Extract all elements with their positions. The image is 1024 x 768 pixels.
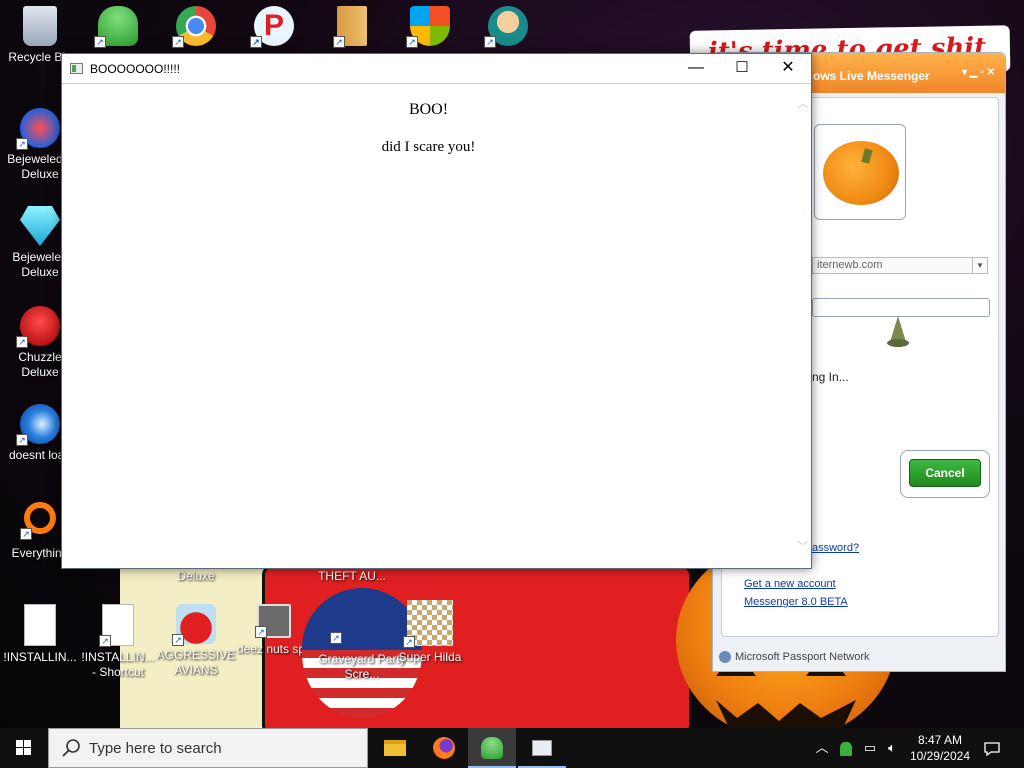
app-window-icon bbox=[70, 63, 83, 74]
boo-heading: BOO! bbox=[408, 101, 449, 118]
display-picture-frame bbox=[814, 124, 906, 220]
desktop-icon-aggressive-avians[interactable]: ↗ AGGRESSIVE AVIANS bbox=[156, 604, 236, 678]
partial-icon-label: THEFT AU... bbox=[318, 569, 386, 583]
chevron-down-icon[interactable]: ▼ bbox=[972, 258, 987, 273]
start-button[interactable] bbox=[0, 728, 48, 768]
scroll-up-icon[interactable]: ︿ bbox=[795, 95, 811, 111]
character-icon: ↗ bbox=[484, 6, 528, 48]
folder-icon bbox=[384, 740, 406, 756]
password-field[interactable] bbox=[812, 298, 990, 317]
desktop-icon-installing-shortcut[interactable]: ↗ !INSTALLIN... - Shortcut bbox=[78, 604, 158, 680]
partial-icon-label: Deluxe bbox=[177, 569, 215, 583]
signing-in-status: ng In... bbox=[812, 370, 849, 384]
icon-label: !INSTALLIN... bbox=[3, 650, 77, 664]
show-hidden-icons-chevron-up-icon[interactable]: ︿ bbox=[812, 728, 832, 768]
desktop-icon-folder-book[interactable]: ↗ bbox=[312, 6, 392, 50]
chuzzle-icon: ↗ bbox=[16, 306, 60, 348]
taskbar-popup-app[interactable] bbox=[518, 728, 566, 768]
scroll-down-icon[interactable]: ﹀ bbox=[795, 538, 811, 554]
desktop-icon-super-hilda[interactable]: ↗ Super Hilda bbox=[390, 600, 470, 665]
pixel-dog-icon: ↗ bbox=[403, 600, 453, 648]
desktop-icon-p-app[interactable]: P ↗ bbox=[234, 6, 314, 50]
search-icon bbox=[62, 739, 80, 757]
desktop-icon-chrome[interactable]: ↗ bbox=[156, 6, 236, 50]
boo-message: did I scare you! bbox=[381, 139, 476, 155]
taskbar-messenger[interactable] bbox=[468, 728, 516, 768]
messenger-beta-link[interactable]: Messenger 8.0 BETA bbox=[744, 596, 848, 608]
minimize-button[interactable]: — bbox=[673, 54, 719, 84]
everything-search-icon: ↗ bbox=[20, 502, 56, 540]
cancel-frame: Cancel bbox=[900, 450, 990, 498]
popup-title: BOOOOOOO!!!!! bbox=[90, 62, 181, 76]
search-placeholder: Type here to search bbox=[89, 740, 222, 757]
taskbar-clock[interactable]: 8:47 AM 10/29/2024 bbox=[910, 732, 970, 764]
clock-date: 10/29/2024 bbox=[909, 749, 970, 763]
pumpkin-picture bbox=[823, 141, 899, 205]
wizard-hat-icon bbox=[886, 316, 910, 348]
taskbar-firefox[interactable] bbox=[420, 728, 468, 768]
icon-label: !INSTALLIN... - Shortcut bbox=[81, 650, 155, 679]
icon-label: Chuzzle Deluxe bbox=[18, 350, 62, 379]
taskbar: Type here to search ︿ ▭ 🔈︎ 8:47 AM 10/29… bbox=[0, 728, 1024, 768]
chrome-icon: ↗ bbox=[172, 6, 216, 48]
volume-icon[interactable]: 🔈︎ bbox=[882, 728, 902, 768]
taskbar-file-explorer[interactable] bbox=[370, 728, 418, 768]
passport-footer: Microsoft Passport Network bbox=[719, 651, 870, 664]
windows-logo-icon bbox=[16, 740, 31, 755]
passport-logo-icon bbox=[719, 651, 731, 664]
recycle-bin-icon bbox=[23, 6, 57, 46]
popup-content: BOO! did I scare you! bbox=[62, 85, 795, 568]
book-folder-icon: ↗ bbox=[333, 6, 367, 48]
taskbar-search-box[interactable]: Type here to search bbox=[48, 728, 368, 768]
icon-label: AGGRESSIVE AVIANS bbox=[156, 648, 236, 677]
email-value: iternewb.com bbox=[817, 259, 883, 271]
bejeweled-2-icon: ↗ bbox=[16, 108, 60, 150]
app-window-icon bbox=[532, 740, 552, 756]
text-file-icon: ↗ bbox=[99, 604, 134, 647]
new-account-link[interactable]: Get a new account bbox=[744, 578, 836, 590]
vertical-scrollbar[interactable]: ︿ ﹀ bbox=[795, 85, 811, 568]
messenger-buddy-icon bbox=[481, 737, 503, 759]
messenger-title: ows Live Messenger bbox=[813, 69, 930, 83]
bejeweled-gem-icon: ↗ bbox=[20, 206, 60, 246]
desktop-icon-installing-file[interactable]: !INSTALLIN... bbox=[0, 604, 80, 665]
icon-label: Bejeweled Deluxe bbox=[12, 250, 68, 279]
notifications-icon[interactable] bbox=[980, 728, 1004, 768]
tray-messenger-icon[interactable] bbox=[836, 728, 856, 768]
desktop-icon-windows[interactable]: ↗ bbox=[390, 6, 470, 50]
network-icon[interactable]: ▭ bbox=[860, 728, 880, 768]
maximize-button[interactable]: ☐ bbox=[719, 54, 765, 84]
angry-bird-icon: ↗ bbox=[172, 604, 216, 646]
passport-label: Microsoft Passport Network bbox=[735, 651, 870, 663]
forgot-password-link[interactable]: assword? bbox=[812, 542, 859, 554]
clock-time: 8:47 AM bbox=[917, 733, 962, 747]
messenger-buddy-icon: ↗ bbox=[94, 6, 138, 48]
desktop-icon-messenger[interactable]: ↗ bbox=[78, 6, 158, 50]
close-button[interactable]: ✕ bbox=[765, 54, 811, 84]
messenger-window-controls[interactable]: ▾ ▁ ▫ ✕ bbox=[962, 67, 995, 78]
thunderbird-icon: ↗ bbox=[16, 404, 60, 446]
windows-shield-icon: ↗ bbox=[406, 6, 450, 48]
popup-titlebar[interactable]: BOOOOOOO!!!!! — ☐ ✕ bbox=[62, 54, 811, 84]
icon-label: Everything bbox=[11, 546, 69, 560]
text-file-icon bbox=[24, 604, 56, 646]
cancel-button[interactable]: Cancel bbox=[909, 459, 981, 487]
email-combobox[interactable]: iternewb.com ▼ bbox=[812, 257, 988, 274]
stacked-windows-icon: ↗ bbox=[255, 604, 291, 638]
firefox-icon bbox=[433, 737, 455, 759]
boo-popup-window[interactable]: BOOOOOOO!!!!! — ☐ ✕ BOO! did I scare you… bbox=[61, 53, 812, 569]
icon-label: Super Hilda bbox=[398, 650, 462, 664]
desktop-icon-character[interactable]: ↗ bbox=[468, 6, 548, 50]
p-logo-icon: P ↗ bbox=[250, 6, 294, 48]
